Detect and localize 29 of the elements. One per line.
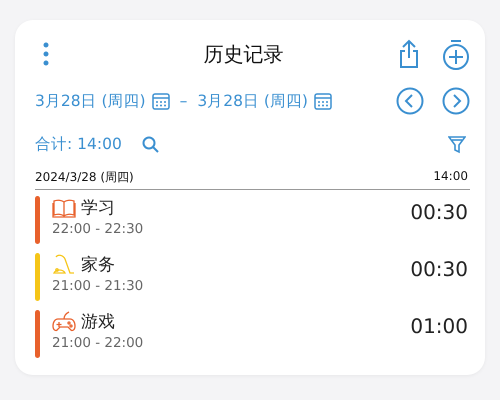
entry-row[interactable]: 游戏 21:00 - 22:00 01:00 [35, 304, 470, 361]
time-range: 22:00 - 22:30 [52, 221, 144, 237]
previous-icon[interactable] [396, 87, 424, 115]
duration: 01:00 [410, 314, 469, 338]
entry-row[interactable]: 学习 22:00 - 22:30 00:30 [35, 190, 470, 247]
next-icon[interactable] [442, 87, 470, 115]
add-timer-icon[interactable] [442, 38, 470, 70]
duration: 00:30 [410, 200, 469, 224]
book-icon [52, 198, 76, 218]
vacuum-cleaner-icon [52, 254, 76, 276]
entry-row[interactable]: 家务 21:00 - 21:30 00:30 [35, 247, 470, 304]
category-name: 游戏 [81, 311, 115, 333]
filter-icon[interactable] [448, 136, 466, 154]
total-duration: 合计: 14:00 [35, 134, 122, 155]
day-date: 2024/3/28 (周四) [35, 169, 134, 186]
search-icon[interactable] [142, 136, 159, 153]
gamepad-icon [52, 310, 76, 332]
time-range: 21:00 - 21:30 [52, 278, 144, 294]
page-title: 历史记录 [202, 40, 284, 68]
range-separator: – [180, 92, 188, 110]
time-range: 21:00 - 22:00 [52, 335, 144, 351]
calendar-icon[interactable] [152, 92, 170, 110]
category-name: 家务 [81, 254, 115, 276]
share-icon[interactable] [398, 39, 420, 69]
day-total: 14:00 [433, 169, 468, 185]
duration: 00:30 [410, 257, 469, 281]
more-icon[interactable] [43, 42, 49, 66]
category-name: 学习 [81, 197, 115, 219]
calendar-icon[interactable] [314, 92, 332, 110]
